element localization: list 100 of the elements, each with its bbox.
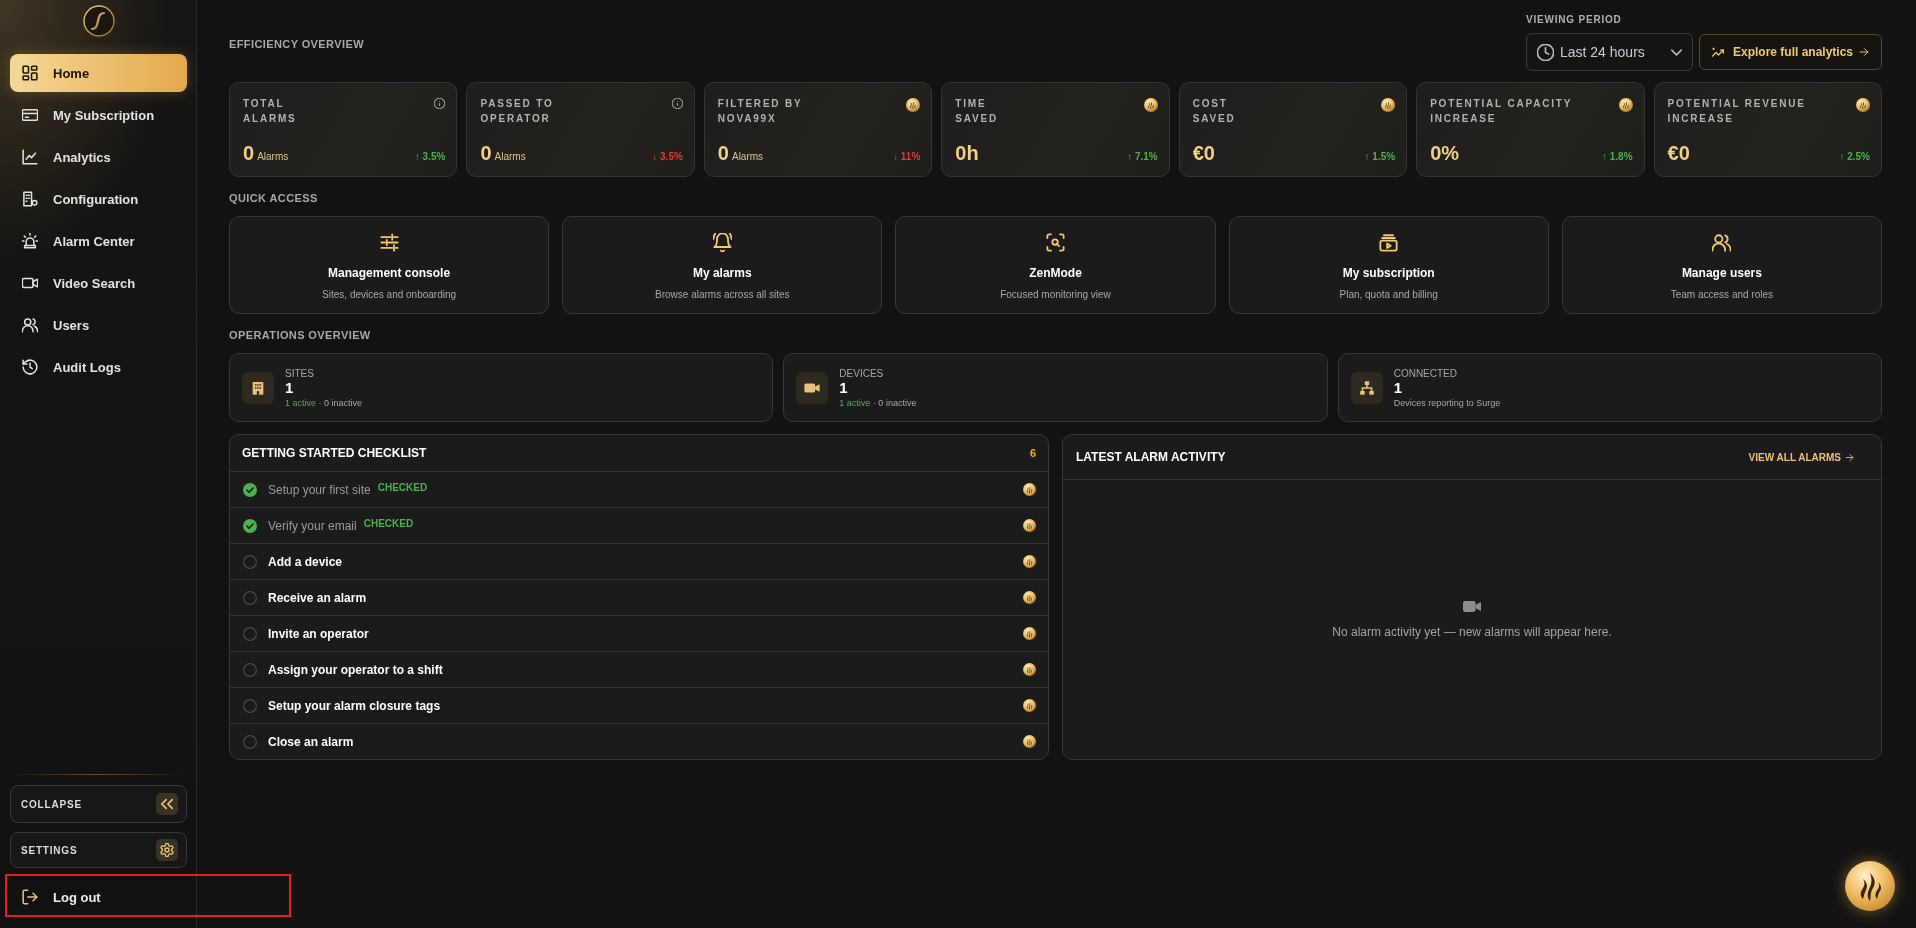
nav-item[interactable]: Home — [10, 54, 187, 92]
quick-access-card[interactable]: My alarms Browse alarms across all sites — [562, 216, 883, 314]
flame-icon — [1023, 519, 1036, 532]
kpi-value: 0 — [480, 142, 492, 165]
kpi-change: ↓ 3.5% — [652, 151, 683, 162]
kpi-label: POTENTIAL CAPACITY INCREASE — [1430, 97, 1573, 126]
card-title: My alarms — [692, 266, 752, 280]
stat-label: SITES — [285, 367, 315, 379]
kpi-label: FILTERED BY NOVA99X — [717, 97, 803, 126]
line-chart-icon — [22, 149, 38, 165]
flame-icon — [1845, 861, 1895, 911]
dashboard-icon — [22, 65, 38, 81]
arrow-right-icon — [1845, 452, 1854, 462]
video-camera-icon — [22, 275, 38, 291]
stat-label: DEVICES — [839, 367, 885, 379]
card-title: Management console — [328, 266, 451, 280]
settings-button[interactable]: SETTINGS — [10, 832, 187, 868]
clock-icon — [1536, 43, 1554, 61]
view-all-link[interactable]: VIEW ALL ALARMS — [1748, 451, 1854, 463]
kpi-unit: Alarms — [257, 151, 289, 162]
kpi-value: 0 — [717, 142, 729, 165]
flame-icon — [1023, 735, 1036, 748]
kpi-unit: Alarms — [731, 151, 764, 162]
stat-status: 1 active · 0 inactive — [839, 397, 917, 408]
kpi-value: 0 — [243, 142, 255, 165]
quick-access-card[interactable]: My subscription Plan, quota and billing — [1228, 216, 1549, 314]
video-camera-icon — [796, 371, 829, 404]
kpi-change: ↑ 3.5% — [414, 151, 446, 162]
nav-item[interactable]: Users — [10, 306, 187, 344]
quick-access-card[interactable]: Management console Sites, devices and onboarding — [229, 216, 550, 314]
sliders-icon — [379, 233, 399, 252]
status-tag: CHECKED — [377, 482, 428, 493]
nav-item[interactable]: Alarm Center — [10, 222, 187, 260]
flame-icon — [906, 98, 921, 112]
settings-icon — [156, 839, 178, 861]
arrow-right-icon — [1859, 47, 1869, 57]
task-label: Invite an operator — [268, 626, 369, 641]
panel-title: GETTING STARTED CHECKLIST — [242, 446, 427, 460]
history-icon — [22, 359, 38, 375]
trend-line-icon — [1711, 45, 1725, 59]
collapse-button[interactable]: COLLAPSE — [10, 785, 187, 823]
kpi-change: ↑ 2.5% — [1839, 151, 1870, 162]
network-icon — [1350, 371, 1383, 404]
logout-icon — [22, 889, 38, 905]
info-icon — [434, 98, 446, 109]
flame-icon — [1023, 483, 1036, 496]
section-title: EFFICIENCY OVERVIEW — [229, 38, 364, 50]
building-gear-icon — [22, 191, 38, 207]
kpi-value: 0h — [955, 142, 979, 165]
flame-icon — [1143, 98, 1158, 112]
building-icon — [242, 371, 274, 404]
kpi-change: ↑ 1.8% — [1602, 151, 1633, 162]
stat-note: Devices reporting to Surge — [1393, 397, 1501, 408]
panel-title: LATEST ALARM ACTIVITY — [1076, 450, 1226, 464]
flame-icon — [1023, 591, 1036, 604]
credit-card-icon — [22, 107, 38, 123]
scan-search-icon — [1046, 233, 1065, 252]
flame-icon — [1023, 663, 1036, 676]
task-label: Add a device — [268, 554, 343, 569]
kpi-label: COST SAVED — [1192, 97, 1236, 126]
quick-access-card[interactable]: ZenMode Focused monitoring view — [895, 216, 1216, 314]
analytics-button[interactable]: Explore full analytics — [1698, 34, 1882, 70]
kpi-label: TIME SAVED — [955, 97, 998, 126]
bell-icon — [712, 233, 732, 252]
chevrons-left-icon — [156, 793, 178, 815]
card-subtitle: Focused monitoring view — [1000, 289, 1111, 300]
task-label: Receive an alarm — [268, 590, 367, 605]
remaining-count: 6 — [1029, 447, 1036, 459]
card-subtitle: Sites, devices and onboarding — [322, 289, 457, 300]
nav-item[interactable]: My Subscription — [10, 96, 187, 134]
kpi-value: €0 — [1667, 142, 1690, 165]
nav-item[interactable]: Analytics — [10, 138, 187, 176]
quick-access-card[interactable]: Manage users Team access and roles — [1561, 216, 1882, 314]
kpi-change: ↑ 1.5% — [1364, 151, 1396, 162]
kpi-label: POTENTIAL REVENUE INCREASE — [1667, 97, 1806, 126]
empty-message: No alarm activity yet — new alarms will appear here. — [1332, 625, 1612, 639]
card-subtitle: Team access and roles — [1670, 289, 1774, 300]
flame-icon — [1023, 627, 1036, 640]
nav-item[interactable]: Configuration — [10, 180, 187, 218]
kpi-label: TOTAL ALARMS — [243, 97, 297, 126]
kpi-value: 0% — [1430, 142, 1460, 165]
flame-icon — [1856, 98, 1870, 112]
viewing-period-label: VIEWING PERIOD — [1525, 14, 1623, 26]
flame-icon — [1381, 98, 1396, 112]
nav-item[interactable]: Audit Logs — [10, 348, 187, 386]
task-label: Verify your email — [268, 518, 357, 533]
stat-value: 1 — [285, 378, 295, 396]
siren-icon — [22, 233, 38, 249]
stat-value: 1 — [839, 378, 849, 396]
period-dropdown[interactable]: Last 24 hours — [1525, 33, 1693, 71]
task-label: Setup your alarm closure tags — [268, 698, 441, 713]
nav-item[interactable]: Video Search — [10, 264, 187, 302]
card-title: My subscription — [1342, 266, 1435, 280]
flame-icon — [1618, 98, 1633, 112]
status-tag: CHECKED — [363, 518, 414, 529]
assistant-button[interactable] — [1845, 861, 1895, 911]
kpi-change: ↑ 7.1% — [1127, 151, 1158, 162]
card-title: ZenMode — [1029, 266, 1082, 280]
logout-button[interactable]: Log out — [10, 877, 187, 917]
kpi-unit: Alarms — [494, 151, 526, 162]
